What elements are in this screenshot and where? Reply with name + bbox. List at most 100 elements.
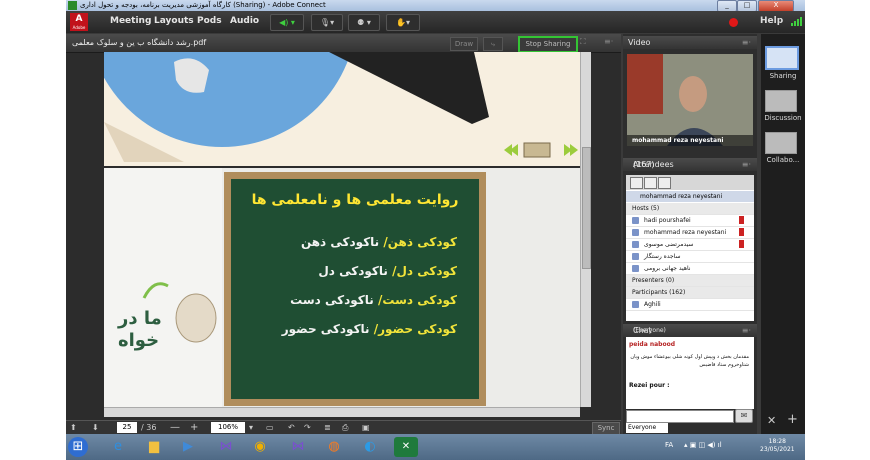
adobe-connect-window: کارگاه آموزشی مدیریت برنامه، بودجه و تحو… (66, 0, 805, 460)
edge-icon[interactable]: ◐ (358, 437, 382, 457)
ie-icon[interactable]: e (106, 437, 130, 457)
pod-menu-icon[interactable]: ≡· (604, 37, 613, 46)
scroll-thumb[interactable] (582, 147, 591, 269)
redo-icon[interactable]: ↷ (304, 422, 311, 434)
layout-sharing-label[interactable]: Sharing (761, 72, 805, 80)
chrome-icon[interactable]: ◉ (248, 437, 272, 457)
list-item[interactable]: ساجده رستگار (626, 251, 754, 263)
page-total: / 36 (141, 423, 157, 432)
chat-pod-header: Chat 3 (Everyone) ≡· (623, 324, 757, 348)
attendees-toolbar (626, 175, 754, 190)
list-view-icon[interactable] (630, 177, 643, 189)
layout-discussion-thumb[interactable] (765, 90, 797, 112)
pointer-button[interactable]: ⤷ (483, 37, 503, 51)
attendees-menu-icon[interactable]: ≡· (742, 158, 751, 171)
add-layout-icon[interactable]: + (787, 412, 798, 427)
participants-header[interactable]: Participants (162) (626, 287, 754, 299)
clock-time: 18:28 (768, 438, 786, 445)
app-icon-purple[interactable]: ⋈ (214, 437, 238, 457)
grid-view-icon[interactable] (644, 177, 657, 189)
tab-everyone[interactable]: Everyone (626, 423, 668, 433)
speaker-button[interactable]: ◀) ▾ (270, 14, 304, 31)
host-name: mohammad reza neyestani (644, 229, 727, 236)
app-icon (68, 1, 77, 10)
webcam-button[interactable]: ⚉ ▾ (348, 14, 380, 31)
page-up-icon[interactable]: ⬆ (70, 422, 77, 434)
layout-discussion-label[interactable]: Discussion (761, 114, 805, 122)
undo-icon[interactable]: ↶ (288, 422, 295, 434)
clock-date: 23/05/2021 (760, 446, 795, 453)
status-button[interactable]: ✋▾ (386, 14, 420, 31)
adobe-logo: A Adobe (70, 13, 88, 31)
print-icon[interactable]: ⎙ (342, 422, 348, 434)
adobe-connect-taskbar-icon[interactable]: ✕ (394, 437, 418, 457)
send-button[interactable]: ✉ (735, 409, 753, 423)
current-user-row[interactable]: mohammad reza neyestani (626, 191, 754, 202)
fullscreen-icon[interactable]: ⛶ (580, 37, 586, 47)
menu-audio[interactable]: Audio (230, 16, 259, 26)
home-icon[interactable] (523, 142, 551, 158)
list-item[interactable]: mohammad reza neyestani (626, 227, 754, 239)
app-icon-purple-2[interactable]: ⋈ (286, 437, 310, 457)
list-item[interactable]: hadi pourshafei (626, 215, 754, 227)
sync-layout-icon[interactable]: ≣ (324, 422, 331, 434)
line-2-white: ناکودکی دل (318, 264, 388, 278)
tray-icons[interactable]: ▴ ▣ ◫ ◀) ıl (684, 441, 722, 449)
list-item[interactable]: سیدمرتضی موسوی (626, 239, 754, 251)
chat-menu-icon[interactable]: ≡· (742, 324, 751, 337)
media-icon[interactable]: ▶ (176, 437, 200, 457)
taskbar: ⊞ e ▆ ▶ ⋈ ◉ ⋈ ◍ ◐ ✕ FA ▴ ▣ ◫ ◀) ıl 18:28… (66, 434, 805, 460)
slide-line-4: کودکی حضور/ ناکودکی حضور (282, 322, 457, 336)
vertical-scrollbar[interactable] (580, 52, 591, 407)
current-slide: ما در خواه روایت معلمی ها و نامعلمی ها ک… (104, 168, 580, 407)
clock[interactable]: 18:28 23/05/2021 (760, 438, 795, 454)
draw-button[interactable]: Draw (450, 37, 478, 51)
host-name: hadi pourshafei (644, 217, 691, 224)
layout-collaboration-thumb[interactable] (765, 132, 797, 154)
slide-illustration (104, 52, 578, 162)
layout-collaboration-label[interactable]: Collabo... (761, 156, 805, 164)
user-icon (632, 241, 639, 248)
layouts-bar: Sharing Discussion Collabo... ✕ + (761, 34, 805, 434)
microphone-button[interactable]: 🎙▾ (311, 14, 343, 31)
start-icon[interactable]: ⊞ (68, 437, 88, 457)
sort-icon[interactable] (658, 177, 671, 189)
slide-navigation[interactable] (504, 142, 578, 158)
fit-width-icon[interactable]: ▭ (266, 422, 274, 434)
firefox-icon[interactable]: ◍ (322, 437, 346, 457)
menu-layouts[interactable]: Layouts (154, 16, 194, 26)
menu-pods[interactable]: Pods (197, 16, 222, 26)
list-item[interactable]: ناهید جهانی برومی (626, 263, 754, 275)
stop-sharing-button[interactable]: Stop Sharing (518, 36, 578, 53)
menu-meeting[interactable]: Meeting (110, 16, 151, 26)
page-down-icon[interactable]: ⬇ (92, 422, 99, 434)
zoom-select[interactable]: 106% (211, 422, 245, 433)
presenters-label: Presenters (0) (632, 277, 675, 284)
hosts-header[interactable]: Hosts (5) (626, 203, 754, 215)
connection-signal-icon (791, 17, 802, 26)
user-icon (632, 253, 639, 260)
language-indicator[interactable]: FA (665, 441, 673, 449)
fullscreen-toggle-icon[interactable]: ▣ (362, 422, 370, 434)
page-number-input[interactable]: 25 (117, 422, 137, 433)
close-layouts-icon[interactable]: ✕ (767, 414, 776, 427)
attendees-list: mohammad reza neyestani Hosts (5) hadi p… (626, 175, 754, 321)
zoom-dropdown-icon[interactable]: ▾ (249, 422, 253, 434)
presenters-header[interactable]: Presenters (0) (626, 275, 754, 287)
sprout-graphic (142, 282, 169, 299)
video-pod-menu-icon[interactable]: ≡· (742, 36, 751, 49)
user-icon (632, 301, 639, 308)
zoom-in-icon[interactable]: + (190, 422, 198, 434)
next-arrow-icon-2[interactable] (570, 144, 578, 156)
folder-icon[interactable]: ▆ (142, 437, 166, 457)
recording-indicator-icon[interactable] (729, 18, 738, 27)
speaker-icon: ◀) ▾ (279, 18, 295, 27)
window-title: کارگاه آموزشی مدیریت برنامه، بودجه و تحو… (80, 1, 326, 9)
microphone-icon: 🎙▾ (319, 18, 335, 27)
chat-input[interactable] (626, 410, 734, 423)
list-item[interactable]: Aghili (626, 299, 754, 311)
help-menu[interactable]: Help (760, 16, 783, 26)
zoom-out-icon[interactable]: — (170, 422, 180, 434)
layout-sharing-thumb[interactable] (765, 46, 799, 70)
horizontal-scrollbar[interactable] (104, 407, 580, 417)
